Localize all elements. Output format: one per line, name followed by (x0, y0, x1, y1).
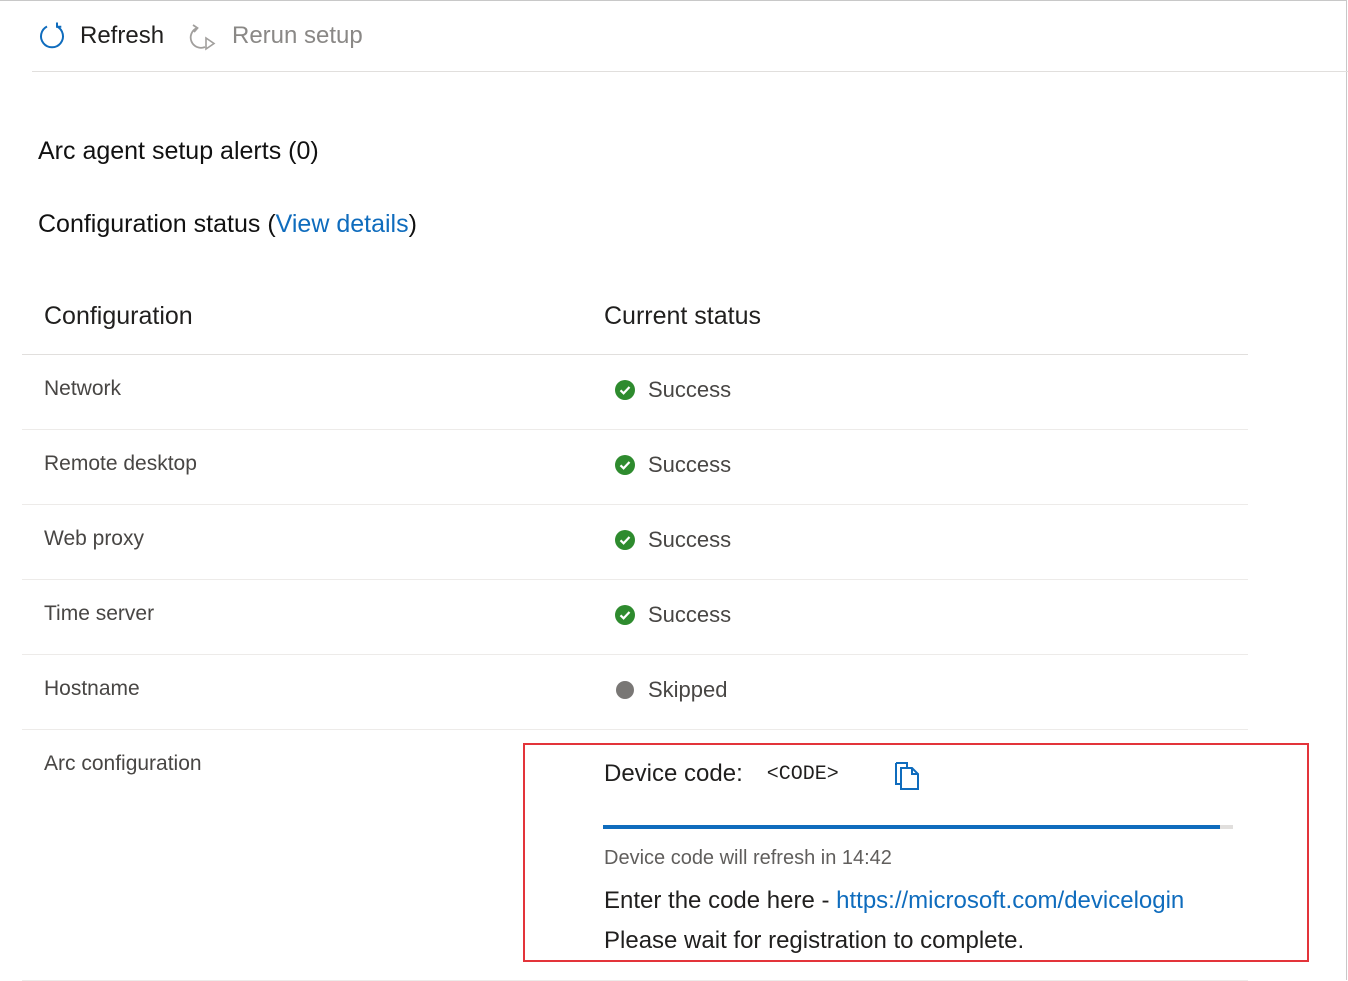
status-cell: Success (614, 377, 731, 403)
table-row: Remote desktop Success (22, 430, 1248, 505)
success-check-icon (614, 454, 636, 476)
refresh-button[interactable]: Refresh (36, 16, 164, 56)
device-code-refresh-note: Device code will refresh in 14:42 (604, 847, 892, 869)
enter-code-text: Enter the code here - (604, 887, 837, 914)
table-row: Network Success (22, 355, 1248, 430)
config-name: Arc configuration (44, 752, 202, 775)
config-name: Hostname (44, 677, 140, 700)
refresh-icon (36, 20, 68, 52)
status-cell: Skipped (614, 677, 728, 703)
status-cell: Success (614, 527, 731, 553)
configuration-status-heading: Configuration status (View details) (38, 210, 417, 239)
view-details-link[interactable]: View details (276, 210, 409, 238)
rerun-setup-button[interactable]: Rerun setup (188, 16, 363, 56)
config-name: Network (44, 377, 122, 400)
copy-button[interactable] (893, 760, 921, 792)
success-check-icon (614, 529, 636, 551)
progress-fill (603, 825, 1221, 829)
success-check-icon (614, 379, 636, 401)
device-code-label: Device code: (604, 760, 743, 787)
config-name: Time server (44, 602, 155, 625)
device-login-link[interactable]: https://microsoft.com/devicelogin (836, 887, 1184, 914)
status-cell: Success (614, 602, 731, 628)
config-name: Web proxy (44, 527, 144, 550)
command-bar: Refresh Rerun setup (32, 0, 1348, 72)
status-cell: Success (614, 452, 731, 478)
table-header: Configuration Current status (22, 284, 1248, 355)
status-text: Success (648, 527, 732, 552)
skipped-dot-icon (614, 679, 636, 701)
column-header-current-status: Current status (604, 302, 762, 330)
device-code-row: Device code: <CODE> (604, 760, 839, 788)
table-row: Hostname Skipped (22, 655, 1248, 730)
enter-code-instruction: Enter the code here - https://microsoft.… (604, 887, 1184, 915)
success-check-icon (614, 604, 636, 626)
alerts-heading: Arc agent setup alerts (0) (38, 137, 319, 165)
device-code-value[interactable]: <CODE> (767, 763, 839, 786)
status-text: Skipped (648, 677, 728, 702)
rerun-setup-label: Rerun setup (232, 22, 363, 49)
copy-icon (893, 762, 921, 796)
status-text: Success (648, 602, 732, 627)
registration-wait-note: Please wait for registration to complete… (604, 927, 1025, 954)
configuration-status-title: Configuration status (38, 210, 261, 238)
refresh-label: Refresh (80, 22, 165, 49)
status-text: Success (648, 377, 732, 402)
rerun-icon (188, 20, 220, 52)
table-row: Web proxy Success (22, 505, 1248, 580)
close-paren: ) (408, 210, 417, 238)
table-row: Time server Success (22, 580, 1248, 655)
config-name: Remote desktop (44, 452, 197, 475)
open-paren: ( (267, 210, 276, 238)
status-text: Success (648, 452, 732, 477)
column-header-configuration: Configuration (44, 302, 193, 330)
device-code-progress-bar (603, 825, 1233, 829)
